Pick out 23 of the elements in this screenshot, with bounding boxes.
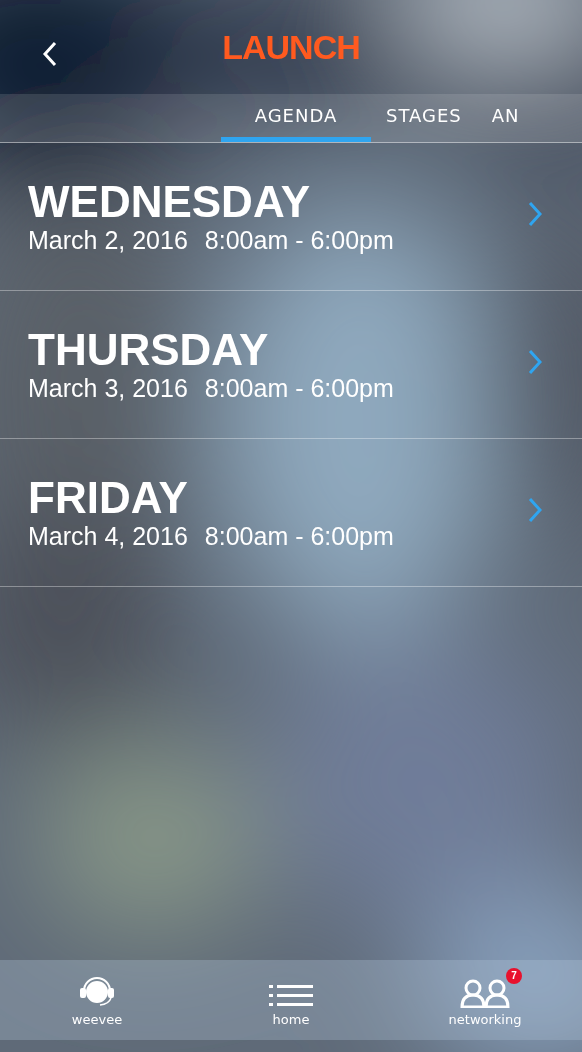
day-row[interactable]: FRIDAY March 4, 2016 8:00am - 6:00pm [0, 439, 582, 587]
date: March 2, 2016 [28, 226, 188, 255]
hours: 8:00am - 6:00pm [204, 522, 394, 551]
day-name: WEDNESDAY [28, 178, 311, 226]
date: March 4, 2016 [28, 522, 188, 551]
nav-button[interactable]: home [221, 972, 361, 1028]
logo: LAUNCH [222, 27, 360, 67]
chevron-icon [528, 348, 542, 375]
tab[interactable]: AN [476, 94, 535, 142]
menu-icon [269, 983, 313, 1008]
date: March 3, 2016 [28, 374, 188, 403]
day-name: THURSDAY [28, 326, 270, 374]
tab[interactable]: AGENDA [221, 94, 371, 142]
people-icon [460, 977, 510, 1008]
hours: 8:00am - 6:00pm [204, 226, 394, 255]
hours: 8:00am - 6:00pm [204, 374, 394, 403]
day-name: FRIDAY [28, 474, 189, 522]
day-row[interactable]: THURSDAY March 3, 2016 8:00am - 6:00pm [0, 291, 582, 439]
chevron-icon [528, 200, 542, 227]
tab[interactable]: STAGES [371, 94, 477, 142]
day-row[interactable]: WEDNESDAY March 2, 2016 8:00am - 6:00pm [0, 143, 582, 291]
nav-button[interactable]: weevee [27, 972, 167, 1028]
chevron-icon [528, 496, 542, 523]
